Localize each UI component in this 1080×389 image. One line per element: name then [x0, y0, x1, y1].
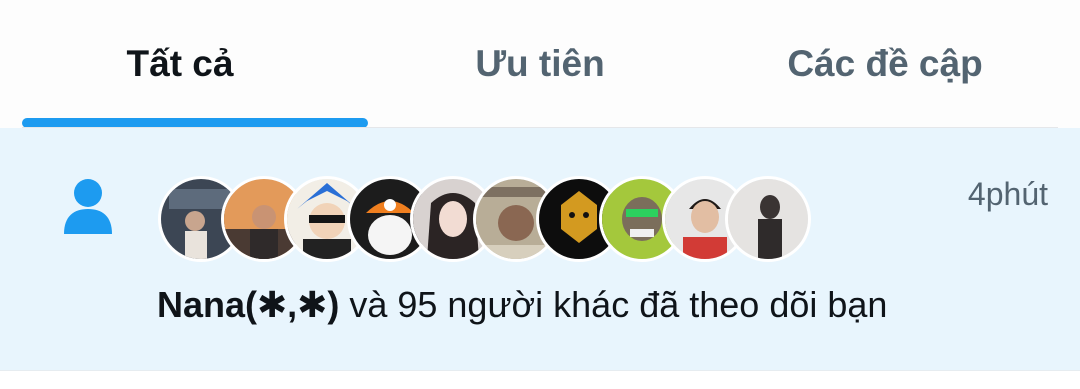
tab-all[interactable]: Tất cả	[0, 0, 360, 128]
actor-name[interactable]: Nana(✱,✱)	[157, 284, 339, 325]
next-item-edge	[0, 370, 1080, 389]
tab-bar: Tất cả Ưu tiên Các đề cập	[0, 0, 1080, 128]
follow-notification[interactable]: 4phút Nana(✱,✱) và 95 người khác đã theo…	[0, 128, 1080, 370]
notification-text: Nana(✱,✱) và 95 người khác đã theo dõi b…	[157, 284, 887, 326]
tab-mentions[interactable]: Các đề cập	[705, 0, 1065, 128]
notification-time: 4phút	[967, 176, 1048, 212]
person-icon	[64, 179, 112, 234]
avatar[interactable]	[725, 176, 811, 262]
tab-priority[interactable]: Ưu tiên	[360, 0, 720, 128]
notification-message: và 95 người khác đã theo dõi bạn	[339, 284, 888, 325]
